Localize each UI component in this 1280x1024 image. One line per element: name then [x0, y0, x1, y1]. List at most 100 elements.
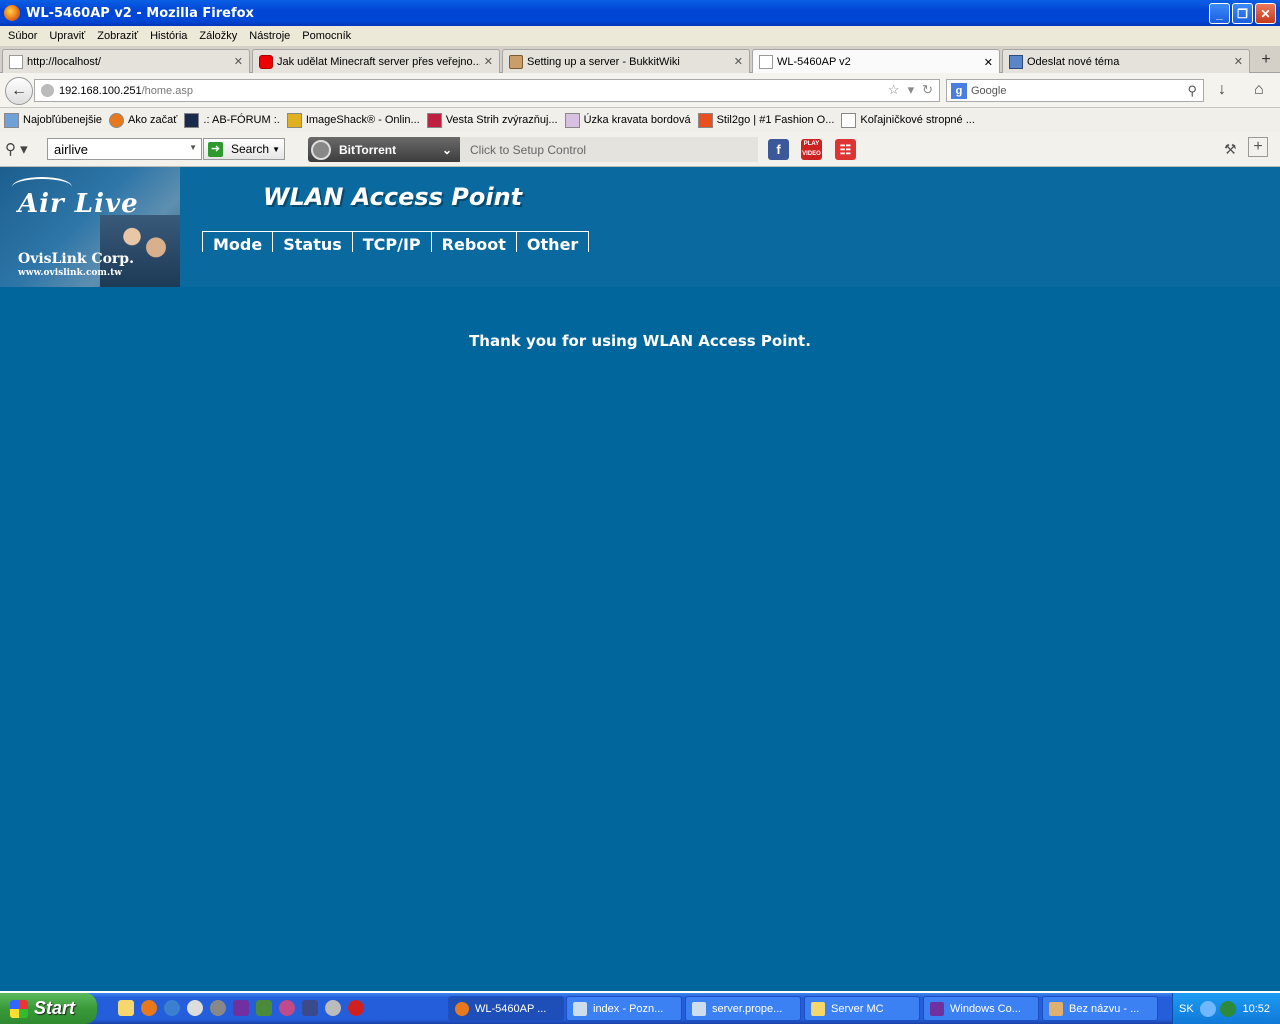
floppy-icon[interactable]: [233, 1000, 249, 1016]
task-paint[interactable]: Bez názvu - ...: [1042, 996, 1158, 1021]
menu-mode[interactable]: Mode: [202, 232, 272, 254]
home-folder-icon[interactable]: [118, 1000, 134, 1016]
settings-icon[interactable]: [210, 1000, 226, 1016]
expand-tray-icon[interactable]: [1199, 1000, 1216, 1017]
bookmark-item[interactable]: Koľajničkové stropné ...: [841, 112, 975, 128]
play-video-icon[interactable]: PLAY VIDEO: [801, 139, 822, 160]
tab-localhost[interactable]: http://localhost/ ✕: [2, 49, 250, 73]
close-tab-icon[interactable]: ✕: [984, 56, 993, 69]
new-tab-button[interactable]: +: [1256, 51, 1276, 71]
task-notepad-index[interactable]: index - Pozn...: [566, 996, 682, 1021]
back-button[interactable]: ←: [5, 77, 33, 105]
menu-tools[interactable]: Nástroje: [243, 30, 296, 42]
task-server-properties[interactable]: server.prope...: [685, 996, 801, 1021]
firefox-icon[interactable]: [141, 1000, 157, 1016]
search-icon[interactable]: ⚲ ▾: [5, 140, 28, 158]
ab-forum-icon: [184, 112, 200, 128]
swirl-icon[interactable]: [279, 1000, 295, 1016]
tab-odeslat[interactable]: Odeslat nové téma ✕: [1002, 49, 1250, 73]
bookmark-item[interactable]: Ako začať: [109, 112, 177, 128]
folder-icon: [811, 1001, 825, 1016]
site-identity-icon[interactable]: [41, 84, 54, 97]
bookmark-item[interactable]: Najobľúbenejšie: [4, 112, 102, 128]
start-label: Start: [34, 998, 76, 1018]
home-icon[interactable]: ⌂: [1254, 81, 1264, 99]
stil2go-icon: [697, 112, 713, 128]
blank-page-icon: [841, 112, 857, 128]
media-player-icon[interactable]: [187, 1000, 203, 1016]
facebook-icon[interactable]: f: [768, 139, 789, 160]
computer-icon: [1009, 54, 1023, 69]
tab-youtube[interactable]: Jak udělat Minecraft server přes veřejno…: [252, 49, 500, 73]
chevron-down-icon[interactable]: ▼: [189, 143, 197, 152]
history-dropdown-icon[interactable]: ▾: [908, 82, 915, 98]
clock[interactable]: 10:52: [1242, 1003, 1270, 1015]
menu-other[interactable]: Other: [515, 232, 588, 254]
start-button[interactable]: Start: [0, 993, 97, 1024]
bukkit-icon: [509, 54, 523, 69]
menu-reboot[interactable]: Reboot: [430, 232, 516, 254]
tab-wl5460ap[interactable]: WL-5460AP v2 ✕: [752, 49, 1000, 74]
google-icon[interactable]: g: [951, 82, 967, 99]
minecraft-icon[interactable]: [256, 1000, 272, 1016]
window-title: WL-5460AP v2 - Mozilla Firefox: [26, 5, 254, 21]
disc-icon[interactable]: [325, 1000, 341, 1016]
toolbar-search-input[interactable]: airlive ▼: [47, 138, 202, 160]
search-bar[interactable]: g Google ⚲: [946, 79, 1204, 102]
menu-file[interactable]: Súbor: [2, 30, 43, 42]
language-indicator[interactable]: SK: [1179, 1003, 1194, 1015]
tab-label: Odeslat nové téma: [1027, 55, 1120, 68]
minimize-button[interactable]: _: [1209, 3, 1230, 24]
taskbar: Start WL-5460AP ... index - Pozn... serv…: [0, 993, 1280, 1024]
close-tab-icon[interactable]: ✕: [1234, 55, 1243, 68]
bittorrent-menu[interactable]: BitTorrent ⌄: [308, 137, 460, 162]
chevron-down-icon[interactable]: ▼: [272, 145, 280, 154]
bookmark-item[interactable]: Stil2go | #1 Fashion O...: [697, 112, 834, 128]
task-windows-commander[interactable]: Windows Co...: [923, 996, 1039, 1021]
boo-icon: [426, 112, 442, 128]
system-tray: SK 10:52: [1172, 993, 1280, 1024]
menu-edit[interactable]: Upraviť: [43, 30, 91, 42]
bookmark-item[interactable]: Úzka kravata bordová: [564, 112, 691, 128]
blank-page-icon: [9, 54, 23, 69]
menu-bookmarks[interactable]: Záložky: [193, 30, 243, 42]
close-tab-icon[interactable]: ✕: [484, 55, 493, 68]
close-tab-icon[interactable]: ✕: [734, 55, 743, 68]
tab-bukkitwiki[interactable]: Setting up a server - BukkitWiki ✕: [502, 49, 750, 73]
tv-icon[interactable]: [302, 1000, 318, 1016]
search-icon[interactable]: ⚲: [1187, 83, 1197, 99]
network-icon[interactable]: [1219, 1000, 1236, 1017]
bookmark-star-icon[interactable]: ☆: [888, 82, 900, 98]
main-menu: Mode Status TCP/IP Reboot Other: [202, 231, 590, 254]
gift-icon[interactable]: ☷: [835, 139, 856, 160]
record-icon[interactable]: [348, 1000, 364, 1016]
bookmark-item[interactable]: ImageShack® - Onlin...: [286, 112, 420, 128]
airlive-logo: Air Live OvisLink Corp. www.ovislink.com…: [0, 167, 180, 287]
tab-label: Setting up a server - BukkitWiki: [527, 55, 680, 68]
wrench-icon[interactable]: ⚒: [1224, 141, 1237, 158]
setup-control-field[interactable]: Click to Setup Control: [460, 137, 758, 162]
windows-flag-icon: [10, 999, 28, 1018]
internet-explorer-icon[interactable]: [164, 1000, 180, 1016]
menu-help[interactable]: Pomocník: [296, 30, 357, 42]
task-server-mc[interactable]: Server MC: [804, 996, 920, 1021]
download-icon[interactable]: ↓: [1218, 81, 1226, 99]
close-window-button[interactable]: ✕: [1255, 3, 1276, 24]
reload-icon[interactable]: ↻: [922, 82, 933, 98]
task-firefox[interactable]: WL-5460AP ...: [448, 996, 564, 1021]
bookmark-item[interactable]: Vesta Strih zvýrazňuj...: [426, 112, 558, 128]
url-bar[interactable]: 192.168.100.251/home.asp ☆ ▾ ↻: [34, 79, 940, 102]
bookmark-item[interactable]: .: AB-FÓRUM :.: [184, 112, 280, 128]
page-content: Air Live OvisLink Corp. www.ovislink.com…: [0, 167, 1280, 991]
menu-view[interactable]: Zobraziť: [91, 30, 144, 42]
menu-tcpip[interactable]: TCP/IP: [351, 232, 431, 254]
add-icon[interactable]: +: [1248, 137, 1268, 157]
close-tab-icon[interactable]: ✕: [234, 55, 243, 68]
toolbar-search-button[interactable]: ➜ Search ▼: [203, 138, 285, 160]
firefox-icon: [4, 5, 20, 21]
restore-button[interactable]: ❐: [1232, 3, 1253, 24]
firefox-icon: [455, 1001, 469, 1016]
welcome-message: Thank you for using WLAN Access Point.: [469, 332, 811, 350]
menu-history[interactable]: História: [144, 30, 193, 42]
menu-status[interactable]: Status: [272, 232, 352, 254]
